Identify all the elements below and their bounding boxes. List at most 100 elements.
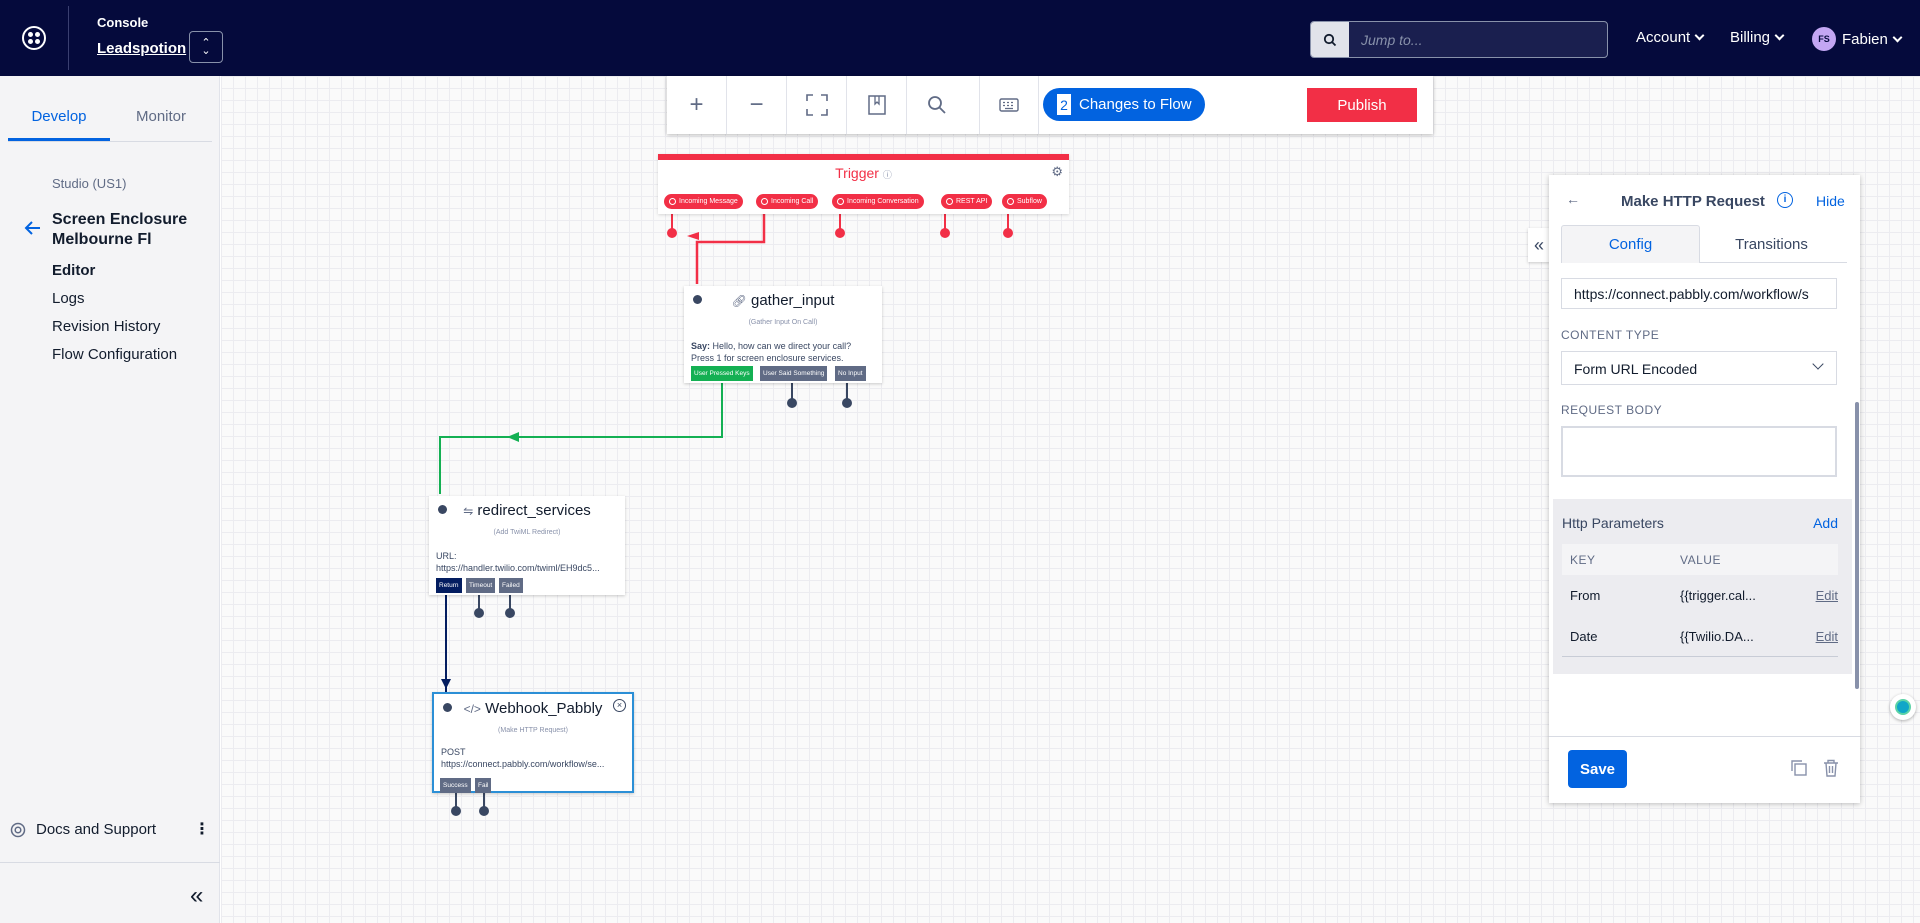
widget-library-button[interactable] [847, 76, 907, 134]
hide-panel-link[interactable]: Hide [1816, 193, 1845, 209]
widget-body: Say: Hello, how can we direct your call?… [691, 340, 877, 364]
user-menu[interactable]: FS Fabien [1812, 27, 1903, 51]
changes-to-flow-button[interactable]: 2 Changes to Flow [1043, 88, 1205, 121]
transition-port[interactable] [842, 398, 852, 408]
info-icon[interactable]: i [1777, 192, 1793, 208]
sidebar-item-flow-configuration[interactable]: Flow Configuration [52, 346, 177, 363]
transition-timeout[interactable]: Timeout [466, 578, 496, 593]
column-value: VALUE [1680, 552, 1721, 567]
transition-port[interactable] [479, 806, 489, 816]
request-url-input[interactable]: https://connect.pabbly.com/workflow/s [1561, 278, 1837, 309]
twilio-logo-icon[interactable] [22, 26, 46, 50]
widget-subtitle: (Gather Input On Call) [748, 319, 818, 326]
body-label: Say: [691, 341, 711, 351]
sidebar-tabs: Develop Monitor [8, 98, 212, 142]
trigger-port[interactable] [835, 228, 845, 238]
publish-button[interactable]: Publish [1307, 88, 1417, 122]
transition-port[interactable] [451, 806, 461, 816]
expand-icon [805, 94, 828, 116]
code-icon: </> [463, 702, 481, 716]
gather-input-widget[interactable]: 🔗︎ gather_input (Gather Input On Call) S… [684, 286, 882, 383]
http-parameters-title: Http Parameters [1562, 515, 1664, 531]
changes-label: Changes to Flow [1079, 96, 1192, 113]
add-parameter-link[interactable]: Add [1813, 515, 1838, 531]
top-navigation-bar: Console Leadspotion ⌃⌄ Account Billing F… [0, 0, 1920, 76]
widget-name: Webhook_Pabbly [485, 700, 603, 717]
edit-param-link[interactable]: Edit [1798, 629, 1838, 644]
trigger-title: Trigger ⓘ [658, 165, 1069, 181]
trash-icon[interactable] [1823, 759, 1839, 777]
request-body-textarea[interactable] [1561, 426, 1837, 477]
fit-to-screen-button[interactable] [787, 76, 847, 134]
zoom-in-button[interactable]: + [667, 76, 727, 134]
trigger-pill-rest-api[interactable]: REST API [941, 194, 993, 209]
tab-develop[interactable]: Develop [8, 98, 110, 141]
body-text: https://handler.twilio.com/twiml/EH9dc5.… [436, 563, 600, 573]
body-label: POST [441, 747, 466, 757]
account-name-link[interactable]: Leadspotion [97, 40, 186, 57]
duplicate-icon[interactable] [1791, 760, 1807, 776]
link-icon: 🔗︎ [731, 294, 747, 308]
panel-tabs: Config Transitions [1561, 225, 1847, 263]
widget-config-panel: ← Make HTTP Request i Hide Config Transi… [1549, 175, 1860, 803]
body-text: Hello, how can we direct your call? [712, 341, 852, 351]
account-switcher-button[interactable]: ⌃ ⌄ [189, 31, 223, 63]
jump-to-search [1310, 21, 1608, 58]
studio-region-label: Studio (US1) [52, 176, 127, 191]
transition-port[interactable] [787, 398, 797, 408]
widget-subtitle: (Make HTTP Request) [498, 727, 568, 734]
search-widgets-button[interactable] [907, 76, 967, 134]
back-arrow-icon[interactable] [24, 220, 42, 241]
transition-port[interactable] [505, 608, 515, 618]
trigger-port[interactable] [667, 228, 677, 238]
back-arrow-icon[interactable]: ← [1566, 191, 1580, 207]
zoom-out-button[interactable]: − [727, 76, 787, 134]
trigger-pill-incoming-conversation[interactable]: Incoming Conversation [832, 194, 924, 209]
collapse-sidebar-icon[interactable]: « [190, 882, 203, 910]
transition-user-pressed-keys[interactable]: User Pressed Keys [691, 366, 753, 381]
trigger-widget[interactable]: Trigger ⓘ ⚙ Incoming Message Incoming Ca… [658, 154, 1069, 214]
trigger-port[interactable] [1003, 228, 1013, 238]
docs-and-support[interactable]: Docs and Support ⋮ [10, 821, 210, 838]
transition-fail[interactable]: Fail [475, 778, 492, 793]
tab-config[interactable]: Config [1561, 225, 1700, 263]
trigger-pill-subflow[interactable]: Subflow [1002, 194, 1047, 209]
keyboard-shortcuts-button[interactable] [979, 76, 1039, 134]
tab-transitions[interactable]: Transitions [1702, 225, 1841, 263]
trigger-pill-incoming-call[interactable]: Incoming Call [756, 194, 819, 209]
panel-scrollbar[interactable] [1855, 402, 1859, 689]
save-button[interactable]: Save [1568, 750, 1627, 788]
jump-to-input[interactable] [1349, 22, 1607, 57]
redirect-services-widget[interactable]: ⇋ redirect_services (Add TwiML Redirect)… [429, 496, 625, 595]
http-parameters-table: KEY VALUE From {{trigger.cal... Edit Dat… [1562, 544, 1838, 662]
close-icon[interactable]: × [613, 699, 626, 712]
transition-failed[interactable]: Failed [499, 578, 523, 593]
widget-body: POST https://connect.pabbly.com/workflow… [441, 746, 627, 770]
transition-user-said-something[interactable]: User Said Something [760, 366, 828, 381]
billing-menu[interactable]: Billing [1730, 29, 1785, 46]
trigger-title-text: Trigger [835, 165, 879, 181]
trigger-port[interactable] [940, 228, 950, 238]
transition-success[interactable]: Success [440, 778, 471, 793]
sidebar-item-editor[interactable]: Editor [52, 262, 95, 279]
more-options-icon[interactable]: ⋮ [194, 819, 210, 839]
widget-body: URL: https://handler.twilio.com/twiml/EH… [436, 550, 620, 574]
edit-param-link[interactable]: Edit [1798, 588, 1838, 603]
account-menu[interactable]: Account [1636, 29, 1705, 46]
trigger-pill-incoming-message[interactable]: Incoming Message [664, 194, 743, 209]
sidebar: Develop Monitor Studio (US1) Screen Encl… [0, 76, 220, 923]
transition-return[interactable]: Return [436, 578, 462, 593]
content-type-select[interactable]: Form URL Encoded [1561, 351, 1837, 385]
assistant-icon[interactable] [1890, 694, 1916, 720]
transition-port[interactable] [474, 608, 484, 618]
settings-gear-icon[interactable]: ⚙ [1051, 164, 1063, 180]
webhook-pabbly-widget[interactable]: </> Webhook_Pabbly × (Make HTTP Request)… [432, 692, 634, 793]
search-icon[interactable] [1311, 22, 1349, 57]
sidebar-item-revision-history[interactable]: Revision History [52, 318, 160, 335]
sidebar-item-logs[interactable]: Logs [52, 290, 85, 307]
tab-monitor[interactable]: Monitor [110, 98, 212, 141]
book-icon [867, 95, 886, 115]
transition-no-input[interactable]: No Input [835, 366, 866, 381]
changes-count-badge: 2 [1057, 94, 1071, 115]
collapse-panel-icon[interactable]: « [1528, 228, 1550, 262]
